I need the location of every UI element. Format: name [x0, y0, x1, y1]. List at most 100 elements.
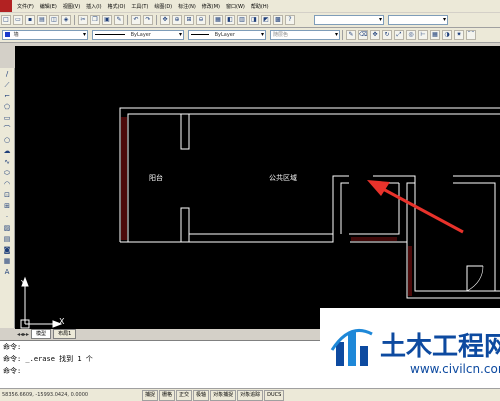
polygon-icon[interactable]: ⬠ — [2, 102, 12, 112]
redo-icon[interactable]: ↷ — [143, 15, 153, 25]
wall-outline[interactable] — [406, 242, 500, 299]
table-icon[interactable]: ▦ — [2, 256, 12, 266]
door-swing[interactable] — [466, 265, 483, 291]
construction-line-icon[interactable]: ⟋ — [2, 80, 12, 90]
insert-block-icon[interactable]: ⊡ — [2, 190, 12, 200]
arc-icon[interactable]: ⌒ — [2, 124, 12, 134]
print-icon[interactable]: ▤ — [37, 15, 47, 25]
osnap-toggle[interactable]: 对象捕捉 — [210, 389, 237, 401]
match-properties-icon[interactable]: ✎ — [114, 15, 124, 25]
properties-icon[interactable]: ▦ — [213, 15, 223, 25]
wall-outline[interactable] — [180, 207, 190, 242]
polar-toggle[interactable]: 极轴 — [193, 389, 210, 401]
coordinate-readout: 58356.6609, -15993.0424, 0.0000 — [2, 392, 89, 398]
wall-outline[interactable] — [349, 183, 400, 235]
linetype-select[interactable]: ByLayer — [92, 30, 184, 40]
open-file-icon[interactable]: ▭ — [13, 15, 23, 25]
ortho-toggle[interactable]: 正交 — [176, 389, 193, 401]
menu-edit[interactable]: 编辑(E) — [37, 3, 60, 10]
app-logo-icon[interactable] — [0, 0, 12, 12]
wall-outline[interactable] — [340, 182, 349, 234]
wall-outline[interactable] — [119, 107, 500, 117]
wall-outline[interactable] — [181, 234, 334, 243]
menu-file[interactable]: 文件(F) — [14, 3, 37, 10]
save-icon[interactable]: ▪ — [25, 15, 35, 25]
move-icon[interactable]: ✥ — [370, 30, 380, 40]
menu-modify[interactable]: 修改(M) — [199, 3, 223, 10]
zoom-window-icon[interactable]: ⊞ — [184, 15, 194, 25]
menu-help[interactable]: 帮助(H) — [248, 3, 272, 10]
undo-icon[interactable]: ↶ — [131, 15, 141, 25]
room-label-public-area: 公共区域 — [269, 173, 297, 182]
wall-outline[interactable] — [414, 183, 500, 292]
tab-model[interactable]: 模型 — [31, 329, 52, 339]
point-icon[interactable]: · — [2, 212, 12, 222]
menu-dimension[interactable]: 标注(N) — [175, 3, 199, 10]
design-center-icon[interactable]: ◧ — [225, 15, 235, 25]
menu-draw[interactable]: 绘图(D) — [151, 3, 175, 10]
copy-icon[interactable]: ❐ — [90, 15, 100, 25]
erase-icon[interactable]: ⌫ — [358, 30, 368, 40]
offset-icon[interactable]: ◎ — [406, 30, 416, 40]
door-swing[interactable] — [466, 265, 484, 292]
snap-toggle[interactable]: 捕捉 — [142, 389, 159, 401]
scale-icon[interactable]: ⤢ — [394, 30, 404, 40]
drawing-canvas[interactable]: 阳台 公共区域 Y X — [15, 46, 500, 329]
wall-outline[interactable] — [127, 113, 500, 117]
fillet-icon[interactable]: ⌒ — [466, 30, 476, 40]
paste-icon[interactable]: ▣ — [102, 15, 112, 25]
pencil-icon[interactable]: ✎ — [346, 30, 356, 40]
command-window[interactable]: 命令: 命令: _.erase 找到 1 个 命令: — [0, 340, 320, 388]
revcloud-icon[interactable]: ☁ — [2, 146, 12, 156]
ellipse-icon[interactable]: ⬭ — [2, 168, 12, 178]
explode-icon[interactable]: ✷ — [454, 30, 464, 40]
publish-icon[interactable]: ◈ — [61, 15, 71, 25]
spline-icon[interactable]: ∿ — [2, 157, 12, 167]
tool-palettes-icon[interactable]: ▥ — [237, 15, 247, 25]
menu-view[interactable]: 视图(V) — [60, 3, 83, 10]
make-block-icon[interactable]: ⊞ — [2, 201, 12, 211]
lineweight-select[interactable]: ByLayer — [188, 30, 266, 40]
trim-icon[interactable]: ⊢ — [418, 30, 428, 40]
region-icon[interactable]: ◙ — [2, 245, 12, 255]
command-prompt[interactable]: 命令: — [3, 365, 320, 377]
circle-icon[interactable]: ○ — [2, 135, 12, 145]
polyline-icon[interactable]: ⌐ — [2, 91, 12, 101]
rotate-icon[interactable]: ↻ — [382, 30, 392, 40]
menu-format[interactable]: 格式(O) — [105, 3, 129, 10]
layer-select[interactable]: 墙 — [2, 30, 88, 40]
text-style-select[interactable] — [314, 15, 384, 25]
new-file-icon[interactable]: □ — [1, 15, 11, 25]
cut-icon[interactable]: ✂ — [78, 15, 88, 25]
wall-outline[interactable] — [180, 114, 190, 150]
tab-nav-arrows[interactable]: ◂◂▸▸ — [17, 331, 29, 338]
mtext-icon[interactable]: A — [2, 267, 12, 277]
preview-icon[interactable]: ◫ — [49, 15, 59, 25]
grid-toggle[interactable]: 栅格 — [159, 389, 176, 401]
toolbar-separator — [156, 15, 157, 25]
array-icon[interactable]: ▦ — [430, 30, 440, 40]
sheet-set-icon[interactable]: ◨ — [249, 15, 259, 25]
menu-tools[interactable]: 工具(T) — [128, 3, 151, 10]
menu-window[interactable]: 窗口(W) — [223, 3, 248, 10]
ducs-toggle[interactable]: DUCS — [264, 389, 285, 401]
ellipse-arc-icon[interactable]: ◠ — [2, 179, 12, 189]
line-icon[interactable]: / — [2, 69, 12, 79]
otrack-toggle[interactable]: 对象追踪 — [237, 389, 264, 401]
help-icon[interactable]: ? — [285, 15, 295, 25]
mirror-icon[interactable]: ◑ — [442, 30, 452, 40]
rectangle-icon[interactable]: ▭ — [2, 113, 12, 123]
zoom-previous-icon[interactable]: ⊖ — [196, 15, 206, 25]
pan-icon[interactable]: ✥ — [160, 15, 170, 25]
wall-outline[interactable] — [453, 182, 496, 291]
hatch-icon[interactable]: ▨ — [2, 223, 12, 233]
plot-style-select[interactable]: 随层色 — [270, 30, 340, 40]
zoom-realtime-icon[interactable]: ⊕ — [172, 15, 182, 25]
menu-insert[interactable]: 插入(I) — [83, 3, 104, 10]
gradient-icon[interactable]: ▤ — [2, 234, 12, 244]
calculator-icon[interactable]: ▩ — [273, 15, 283, 25]
dim-style-select[interactable] — [388, 15, 448, 25]
markup-icon[interactable]: ◩ — [261, 15, 271, 25]
layer-color-swatch — [5, 32, 10, 37]
tab-layout1[interactable]: 布局1 — [53, 329, 77, 339]
